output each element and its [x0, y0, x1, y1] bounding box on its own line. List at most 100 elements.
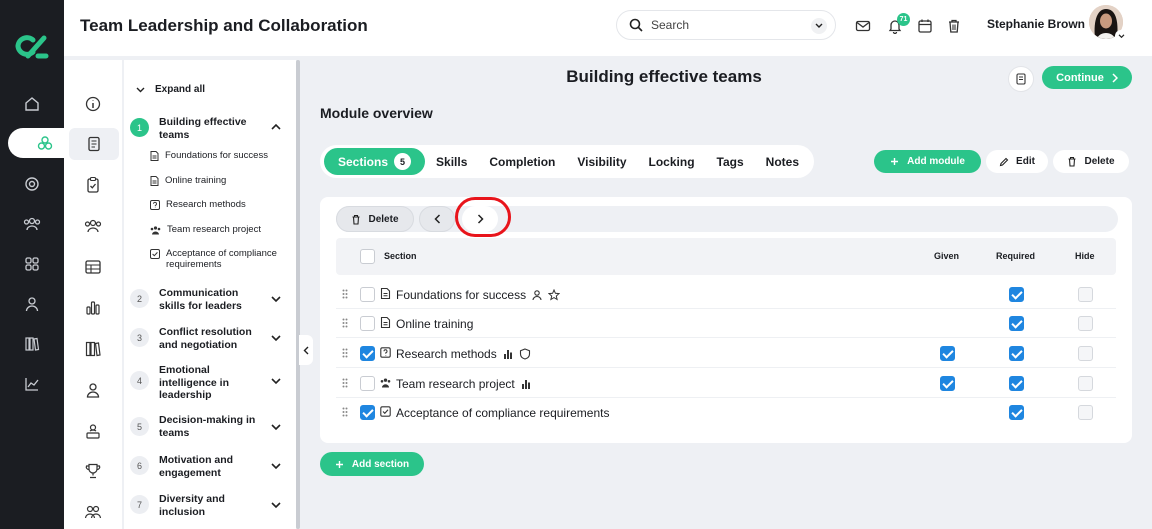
table-row[interactable]: Foundations for success — [336, 280, 1116, 309]
tab-tags[interactable]: Tags — [706, 148, 755, 175]
row-select-checkbox[interactable] — [360, 405, 375, 420]
tree-item[interactable]: Research methods — [150, 199, 290, 210]
tab-notes[interactable]: Notes — [755, 148, 810, 175]
home-icon[interactable] — [22, 94, 42, 114]
row-select-checkbox[interactable] — [360, 316, 375, 331]
required-checkbox[interactable] — [1009, 287, 1024, 302]
info-icon[interactable] — [84, 95, 102, 113]
chevron-down-icon[interactable] — [270, 421, 282, 433]
row-select-checkbox[interactable] — [360, 376, 375, 391]
table-row[interactable]: Acceptance of compliance requirements — [336, 398, 1116, 427]
hide-checkbox[interactable] — [1078, 346, 1093, 361]
expand-all-toggle[interactable]: Expand all — [136, 84, 205, 95]
tab-locking[interactable]: Locking — [638, 148, 706, 175]
chevron-down-icon[interactable] — [1115, 30, 1127, 42]
drag-handle-icon[interactable] — [342, 348, 348, 358]
chevron-down-icon[interactable] — [270, 332, 282, 344]
calendar-icon[interactable] — [917, 18, 933, 34]
drag-handle-icon[interactable] — [342, 378, 348, 388]
required-checkbox[interactable] — [1009, 405, 1024, 420]
chevron-up-icon[interactable] — [270, 121, 282, 133]
row-label-wrap: Online training — [396, 317, 473, 331]
table-row[interactable]: Research methods — [336, 339, 1116, 368]
toolbar-delete-button[interactable]: Delete — [336, 206, 414, 232]
tree-item[interactable]: Foundations for success — [150, 150, 290, 161]
tab-skills[interactable]: Skills — [425, 148, 478, 175]
mail-icon[interactable] — [855, 18, 871, 34]
certificate-icon[interactable] — [84, 422, 102, 440]
tab-completion[interactable]: Completion — [478, 148, 566, 175]
target-icon[interactable] — [22, 174, 42, 194]
given-checkbox[interactable] — [940, 376, 955, 391]
person-icon[interactable] — [84, 381, 102, 399]
document-icon — [380, 317, 391, 328]
row-select-checkbox[interactable] — [360, 346, 375, 361]
select-all-checkbox[interactable] — [360, 249, 375, 264]
required-checkbox[interactable] — [1009, 376, 1024, 391]
user-icon[interactable] — [22, 294, 42, 314]
group-icon[interactable] — [84, 503, 102, 521]
section-label: Motivation and engagement — [159, 454, 234, 479]
row-label: Team research project — [396, 377, 515, 391]
hide-checkbox[interactable] — [1078, 287, 1093, 302]
search-box[interactable] — [616, 10, 836, 40]
edit-button[interactable]: Edit — [986, 150, 1048, 173]
search-input[interactable] — [651, 18, 791, 32]
delete-label: Delete — [1084, 156, 1115, 167]
hide-checkbox[interactable] — [1078, 376, 1093, 391]
drag-handle-icon[interactable] — [342, 289, 348, 299]
hide-checkbox[interactable] — [1078, 405, 1093, 420]
tree-item[interactable]: Online training — [150, 175, 290, 186]
chevron-down-icon[interactable] — [811, 18, 827, 34]
chevron-down-icon[interactable] — [270, 293, 282, 305]
toolbar-delete-label: Delete — [368, 213, 399, 225]
sections-card: Delete Section Given Required Hide Found… — [320, 197, 1132, 443]
required-checkbox[interactable] — [1009, 316, 1024, 331]
trash-icon[interactable] — [946, 18, 962, 34]
hide-checkbox[interactable] — [1078, 316, 1093, 331]
clipboard-check-icon[interactable] — [84, 176, 102, 194]
chevron-left-icon — [433, 214, 440, 224]
bar-chart-icon — [503, 350, 512, 359]
add-section-button[interactable]: Add section — [320, 452, 424, 476]
grid-icon[interactable] — [22, 254, 42, 274]
shield-icon — [519, 348, 530, 360]
chevron-down-icon[interactable] — [270, 499, 282, 511]
trophy-icon[interactable] — [84, 462, 102, 480]
module-document-button[interactable] — [1008, 66, 1034, 92]
table-row[interactable]: Online training — [336, 309, 1116, 338]
team-icon[interactable] — [22, 214, 42, 234]
drag-handle-icon[interactable] — [342, 407, 348, 417]
previous-button[interactable] — [419, 206, 455, 232]
trash-icon — [1068, 156, 1076, 167]
chevron-down-icon[interactable] — [270, 460, 282, 472]
delete-button[interactable]: Delete — [1053, 150, 1129, 173]
library-icon[interactable] — [84, 340, 102, 358]
add-module-button[interactable]: Add module — [874, 150, 981, 173]
app-logo[interactable] — [14, 32, 50, 60]
given-checkbox[interactable] — [940, 346, 955, 361]
collapse-panel-button[interactable] — [299, 335, 313, 365]
tree-item[interactable]: Team research project — [150, 224, 290, 235]
tree-scrollbar[interactable] — [296, 60, 300, 529]
table-icon[interactable] — [84, 258, 102, 276]
drag-handle-icon[interactable] — [342, 318, 348, 328]
people-icon[interactable] — [84, 217, 102, 235]
table-row[interactable]: Team research project — [336, 369, 1116, 398]
tree-item[interactable]: Acceptance of compliance requirements — [150, 248, 290, 270]
bar-chart-icon[interactable] — [84, 299, 102, 317]
user-name[interactable]: Stephanie Brown — [987, 17, 1085, 31]
document-icon — [150, 151, 159, 161]
required-checkbox[interactable] — [1009, 346, 1024, 361]
tab-sections[interactable]: Sections 5 — [324, 148, 426, 175]
row-select-checkbox[interactable] — [360, 287, 375, 302]
pencil-icon — [999, 157, 1009, 166]
library-icon[interactable] — [22, 334, 42, 354]
row-label-wrap: Acceptance of compliance requirements — [396, 406, 609, 420]
chevron-down-icon[interactable] — [270, 375, 282, 387]
analytics-icon[interactable] — [22, 374, 42, 394]
continue-button[interactable]: Continue — [1042, 66, 1132, 89]
modules-icon[interactable] — [8, 128, 64, 158]
book-icon[interactable] — [69, 128, 119, 160]
tab-visibility[interactable]: Visibility — [566, 148, 637, 175]
